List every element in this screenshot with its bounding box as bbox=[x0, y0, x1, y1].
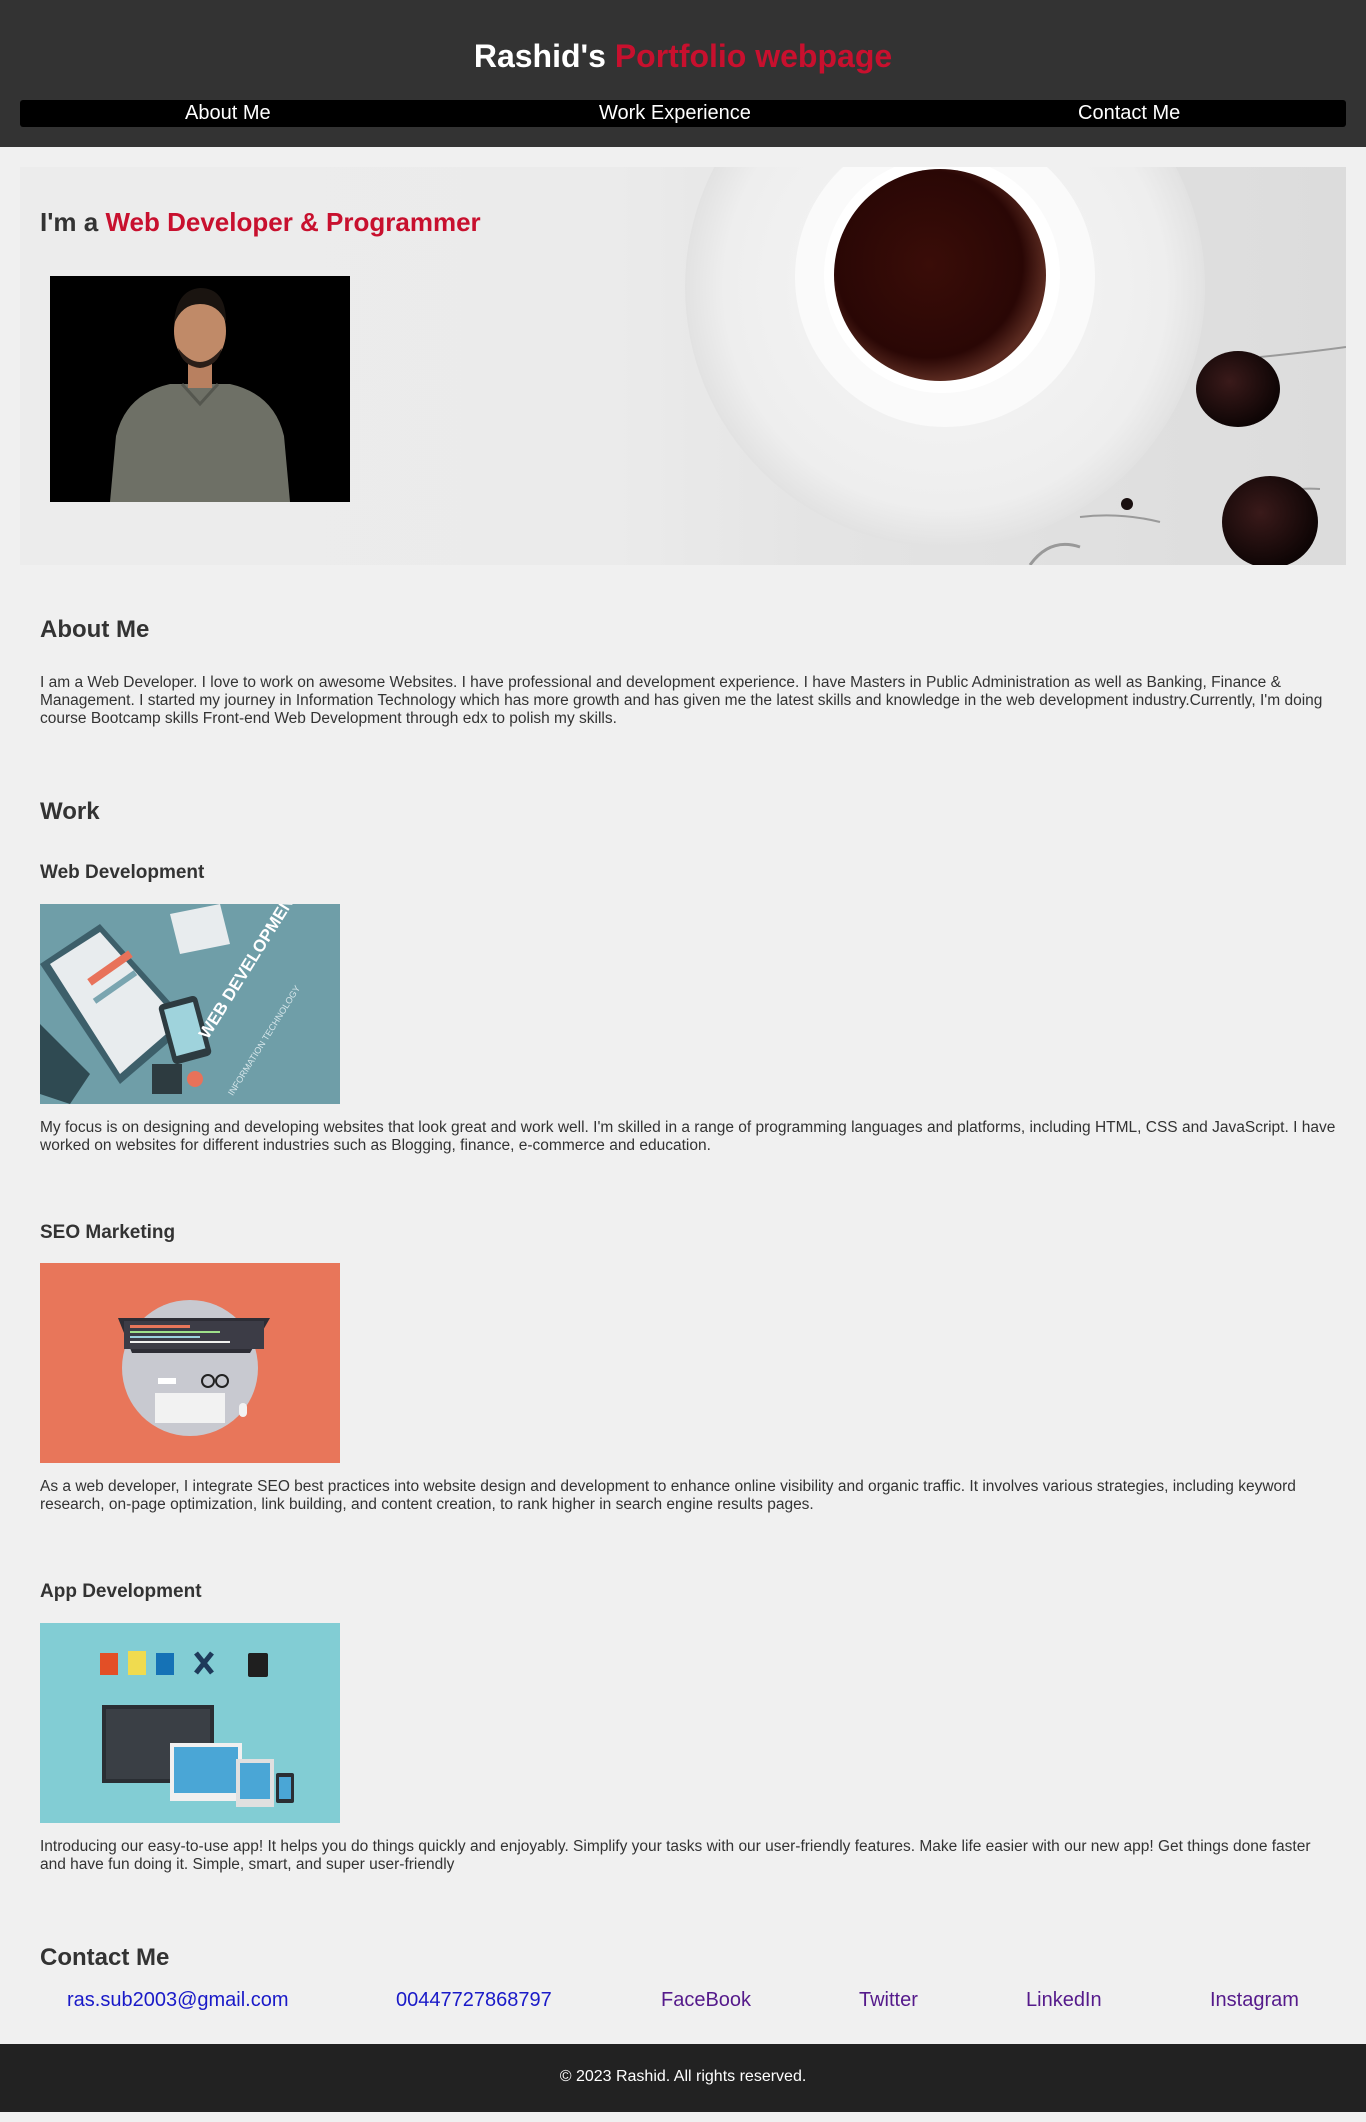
work-item-text-web-development: My focus is on designing and developing … bbox=[40, 1119, 1336, 1154]
linkedin-link[interactable]: LinkedIn bbox=[1026, 1989, 1102, 2012]
work-item-title-app-development: App Development bbox=[40, 1581, 202, 1602]
profile-photo-illustration bbox=[50, 276, 350, 502]
hero-title-accent: Web Developer & Programmer bbox=[105, 207, 481, 237]
work-item-text-app-development: Introducing our easy-to-use app! It help… bbox=[40, 1838, 1311, 1873]
nav-link-contact-me[interactable]: Contact Me bbox=[1078, 102, 1180, 125]
contact-heading: Contact Me bbox=[40, 1944, 170, 1971]
main-nav: About Me Work Experience Contact Me bbox=[20, 100, 1346, 127]
hero-title: I'm a Web Developer & Programmer bbox=[40, 207, 481, 238]
about-text: I am a Web Developer. I love to work on … bbox=[40, 674, 1323, 727]
site-title-main: Rashid's bbox=[473, 38, 606, 74]
copyright-text: © 2023 Rashid. All rights reserved. bbox=[559, 2068, 807, 2085]
facebook-link[interactable]: FaceBook bbox=[661, 1989, 751, 2012]
phone-link[interactable]: 00447727868797 bbox=[396, 1989, 552, 2012]
about-heading: About Me bbox=[40, 616, 150, 643]
app-development-image bbox=[40, 1623, 340, 1823]
work-item-title-web-development: Web Development bbox=[40, 862, 205, 883]
twitter-link[interactable]: Twitter bbox=[859, 1989, 918, 2012]
hero-title-prefix: I'm a bbox=[40, 207, 99, 237]
web-development-image: WEB DEVELOPMENT INFORMATION TECHNOLOGY bbox=[40, 904, 340, 1104]
nav-link-about-me[interactable]: About Me bbox=[185, 102, 271, 125]
site-header: Rashid's Portfolio webpage About Me Work… bbox=[0, 0, 1366, 147]
site-title-accent: Portfolio webpage bbox=[614, 38, 893, 74]
seo-marketing-image bbox=[40, 1263, 340, 1463]
hero-banner: I'm a Web Developer & Programmer bbox=[20, 167, 1346, 565]
work-heading: Work bbox=[40, 798, 100, 825]
instagram-link[interactable]: Instagram bbox=[1210, 1989, 1299, 2012]
work-item-text-seo-marketing: As a web developer, I integrate SEO best… bbox=[40, 1478, 1296, 1513]
site-title: Rashid's Portfolio webpage bbox=[0, 38, 1366, 75]
site-footer: © 2023 Rashid. All rights reserved. bbox=[0, 2044, 1366, 2112]
nav-link-work-experience[interactable]: Work Experience bbox=[599, 102, 751, 125]
profile-photo bbox=[50, 276, 350, 502]
email-link[interactable]: ras.sub2003@gmail.com bbox=[67, 1989, 289, 2012]
work-item-title-seo-marketing: SEO Marketing bbox=[40, 1222, 176, 1243]
